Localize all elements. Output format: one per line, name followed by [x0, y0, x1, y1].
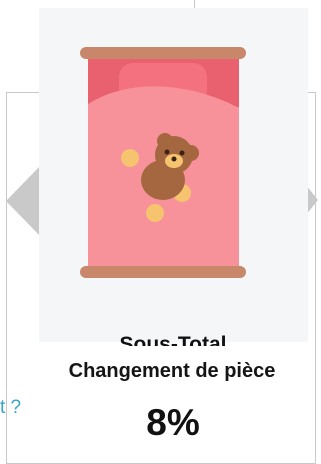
metric-value: 8% — [146, 402, 200, 443]
bed-with-teddy-bear-icon — [80, 47, 246, 278]
metric-title: Changement de pièce — [68, 360, 276, 382]
illustration-panel — [39, 8, 308, 342]
subtotal-label: Sous-Total — [119, 333, 227, 346]
previous-arrow-icon[interactable] — [6, 164, 42, 238]
side-link-text[interactable]: t ? — [0, 397, 21, 419]
